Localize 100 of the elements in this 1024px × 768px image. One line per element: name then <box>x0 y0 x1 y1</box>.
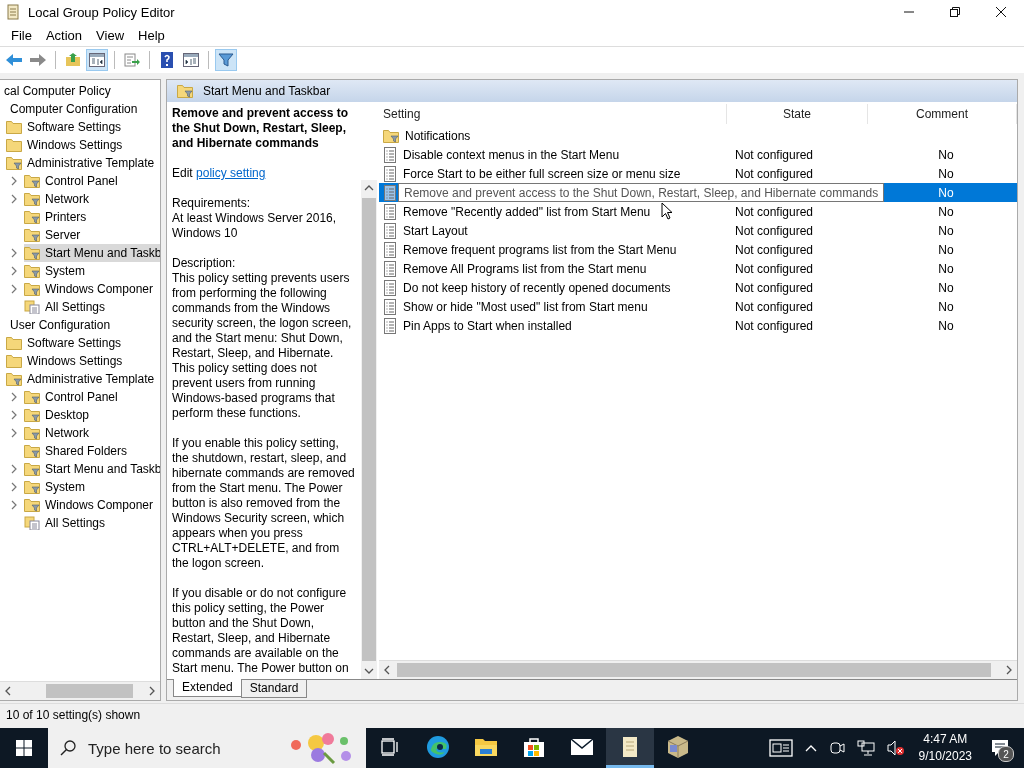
setting-row[interactable]: Force Start to be either full screen size or menu size Not configured No <box>379 164 1017 183</box>
setting-row[interactable]: Remove All Programs list from the Start menu Not configured No <box>379 259 1017 278</box>
state-value: Not configured <box>735 166 814 181</box>
tree-item[interactable]: Printers <box>24 208 93 226</box>
column-header[interactable]: State <box>727 104 868 124</box>
setting-row[interactable]: Pin Apps to Start when installed Not configured No <box>379 316 1017 335</box>
tree-item[interactable]: Windows Settings <box>6 352 129 370</box>
tree-button[interactable] <box>86 49 108 71</box>
tree-item[interactable]: Software Settings <box>6 334 128 352</box>
clock-time[interactable]: 4:47 AM <box>923 731 968 748</box>
folder-icon <box>6 354 22 368</box>
policy-folder-icon <box>6 372 22 386</box>
comment-value: No <box>938 204 954 219</box>
state-value: Not configured <box>735 299 814 314</box>
maximize-icon[interactable] <box>949 6 961 18</box>
scrollbar-thumb[interactable] <box>362 198 376 661</box>
scrollbar-thumb[interactable] <box>46 684 133 698</box>
tree-item[interactable]: System <box>24 262 91 280</box>
windows-start-icon[interactable] <box>16 740 32 756</box>
comment-value: No <box>938 318 954 333</box>
policy-folder-icon <box>24 228 40 242</box>
setting-name: Remove "Recently added" list from Start Menu <box>403 204 651 219</box>
setting-row[interactable]: Disable context menus in the Start Menu Not configured No <box>379 145 1017 164</box>
filter-button[interactable] <box>215 49 237 71</box>
scroll-left-icon[interactable] <box>4 686 12 696</box>
task-view-icon <box>380 737 400 756</box>
tree-item[interactable]: All Settings <box>24 298 112 316</box>
tree-item[interactable]: Windows Settings <box>6 136 129 154</box>
view-tab[interactable]: Standard <box>240 680 308 698</box>
setting-row[interactable]: Remove "Recently added" list from Start Menu Not configured No <box>379 202 1017 221</box>
tree-item[interactable]: Windows Componer <box>24 280 160 298</box>
menu-item[interactable]: Action <box>38 27 90 43</box>
menu-item[interactable]: View <box>89 27 132 43</box>
tree-item[interactable]: Control Panel <box>24 388 124 406</box>
setting-name: Force Start to be either full screen size or menu size <box>403 166 681 181</box>
setting-row[interactable]: Remove frequent programs list from the Start Menu Not configured No <box>379 240 1017 259</box>
tree-item[interactable]: User Configuration <box>10 316 117 334</box>
cursor-icon <box>661 202 673 220</box>
cube-icon <box>666 734 690 759</box>
muted-volume-icon[interactable] <box>886 740 905 756</box>
setting-name: Do not keep history of recently opened documents <box>403 280 671 295</box>
comment-value: No <box>938 280 954 295</box>
description-paragraph: If you disable or do not configure this policy setting, the Power button and the Shut Down, Restart, Sleep, and Hibernate commands are available on the Start menu. The Power button on <box>172 586 350 676</box>
description-paragraph: This policy setting prevents users from performing the following commands from the Windows security screen, the logon screen, and the Start menu: Shut Down, Restart, Sleep, and Hibernate. This policy setting does not prevent users from running Windows-based programs that perform these functions. <box>172 271 353 421</box>
status-text: 10 of 10 setting(s) shown <box>6 708 141 722</box>
setting-name: Start Layout <box>403 223 468 238</box>
scroll-up-icon[interactable] <box>364 184 374 192</box>
comment-value: No <box>938 147 954 162</box>
scroll-right-icon[interactable] <box>148 686 156 696</box>
tree-item[interactable]: Server <box>24 226 87 244</box>
policy-icon <box>383 222 397 239</box>
comment-value: No <box>938 223 954 238</box>
tree-item[interactable]: Windows Componer <box>24 496 160 514</box>
tree-item[interactable]: Administrative Template <box>6 154 160 172</box>
tree-item[interactable]: All Settings <box>24 514 112 532</box>
scroll-left-icon[interactable] <box>383 665 391 675</box>
setting-row[interactable]: Notifications <box>379 126 1017 145</box>
setting-row[interactable]: Do not keep history of recently opened documents Not configured No <box>379 278 1017 297</box>
close-icon[interactable] <box>995 6 1007 18</box>
scroll-taskbar-button[interactable] <box>606 728 654 768</box>
view-tab[interactable]: Extended <box>173 679 242 697</box>
tree-item[interactable]: cal Computer Policy <box>4 82 117 100</box>
policy-icon <box>383 260 397 277</box>
tree-item[interactable]: Network <box>24 424 95 442</box>
document-icon <box>620 734 640 759</box>
column-header[interactable]: Setting <box>379 104 727 124</box>
tree-item[interactable]: Control Panel <box>24 172 124 190</box>
tree-item[interactable]: Desktop <box>24 406 96 424</box>
policy-folder-icon <box>24 444 40 458</box>
policy-folder-icon <box>24 246 40 260</box>
scrollbar-thumb[interactable] <box>397 663 991 677</box>
tree-item[interactable]: Computer Configuration <box>10 100 144 118</box>
setting-name: Remove frequent programs list from the Start Menu <box>403 242 677 257</box>
news-icon[interactable] <box>768 739 793 757</box>
setting-row[interactable]: Show or hide "Most used" list from Start menu Not configured No <box>379 297 1017 316</box>
caret-icon[interactable] <box>804 744 817 752</box>
setting-row[interactable]: Start Layout Not configured No <box>379 221 1017 240</box>
clock-date[interactable]: 9/10/2023 <box>918 748 972 765</box>
policy-icon <box>383 317 397 334</box>
scroll-down-icon[interactable] <box>364 667 374 675</box>
comment-value: No <box>938 166 954 181</box>
policy-setting-link[interactable]: policy setting <box>196 166 266 180</box>
settings-list-icon <box>24 300 40 314</box>
folder-icon <box>474 736 498 757</box>
camera-icon[interactable] <box>828 740 845 756</box>
tree-item[interactable]: System <box>24 478 91 496</box>
setting-row[interactable]: Remove and prevent access to the Shut Down, Restart, Sleep, and Hibernate commands No <box>379 183 1017 202</box>
search-field[interactable]: Type here to search <box>48 728 366 768</box>
tree-item[interactable]: Administrative Template <box>6 370 160 388</box>
scroll-right-icon[interactable] <box>1005 665 1013 675</box>
tree-item[interactable]: Software Settings <box>6 118 128 136</box>
policy-folder-icon <box>383 128 399 143</box>
column-header[interactable]: Comment <box>868 104 1017 124</box>
menu-item[interactable]: File <box>4 27 39 43</box>
menu-item[interactable]: Help <box>131 27 172 43</box>
tree-item[interactable]: Shared Folders <box>24 442 134 460</box>
network-icon[interactable] <box>856 740 875 756</box>
tree-item[interactable]: Network <box>24 190 95 208</box>
comment-value: No <box>938 299 954 314</box>
comment-value: No <box>938 242 954 257</box>
